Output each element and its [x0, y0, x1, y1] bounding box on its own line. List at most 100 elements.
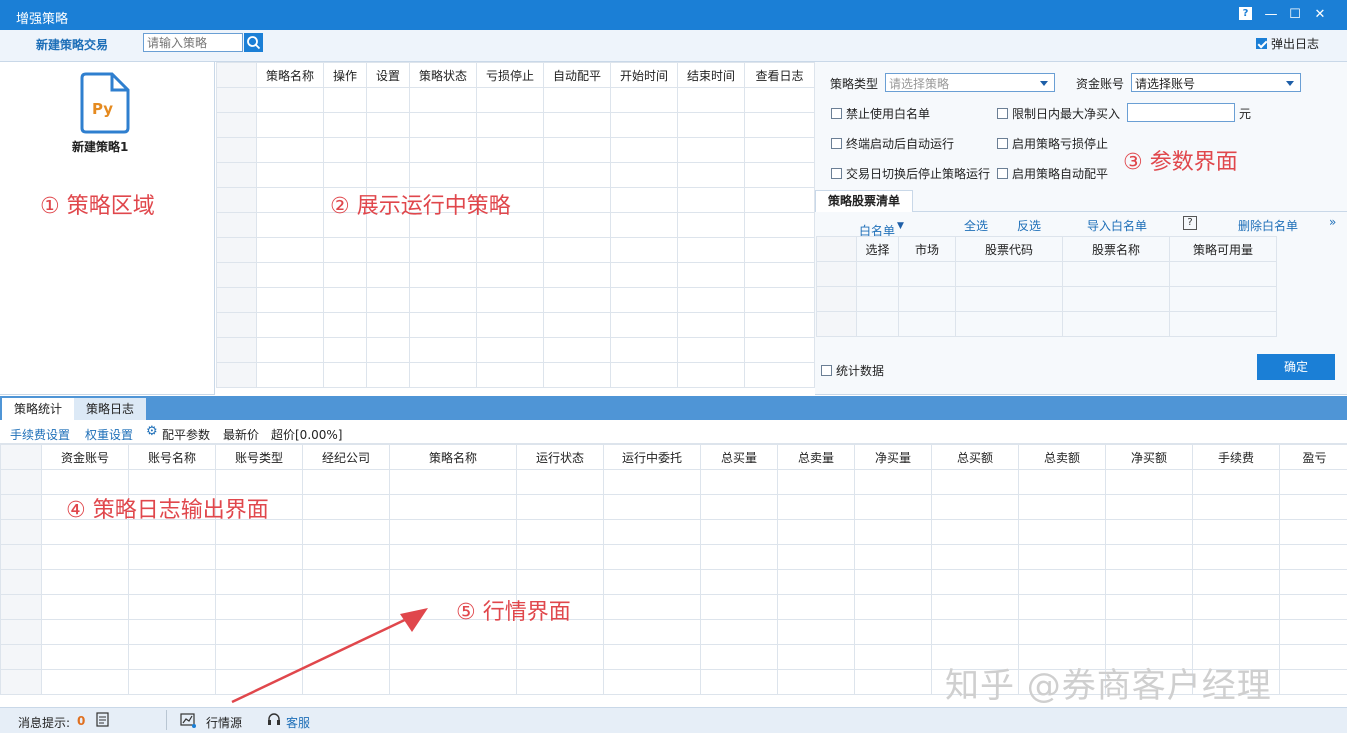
table-row[interactable]: [0, 544, 1347, 570]
table-cell: [603, 494, 701, 520]
column-header[interactable]: 盈亏: [1279, 444, 1347, 470]
column-header[interactable]: 账号名称: [128, 444, 216, 470]
no-whitelist-checkbox[interactable]: 禁止使用白名单: [831, 105, 930, 122]
over-price-label[interactable]: 超价[0.00%]: [271, 426, 343, 443]
tab-strategy-log[interactable]: 策略日志: [74, 398, 147, 420]
column-header[interactable]: 自动配平: [543, 62, 611, 88]
help-icon[interactable]: ?: [1239, 7, 1252, 20]
column-header[interactable]: 运行中委托: [603, 444, 701, 470]
daily-limit-input[interactable]: [1127, 103, 1235, 122]
tab-stock-list[interactable]: 策略股票清单: [815, 190, 913, 212]
whitelist-dropdown[interactable]: 白名单 ▼: [859, 217, 904, 238]
column-header[interactable]: 资金账号: [41, 444, 129, 470]
column-header[interactable]: 净买额: [1105, 444, 1193, 470]
strategy-type-select[interactable]: 请选择策略: [885, 73, 1055, 92]
last-price-label[interactable]: 最新价: [223, 426, 259, 443]
market-source-button[interactable]: 行情源: [206, 714, 242, 731]
table-row[interactable]: [216, 87, 815, 113]
table-row[interactable]: [216, 362, 815, 388]
search-button[interactable]: [244, 33, 263, 52]
table-cell: [476, 287, 544, 313]
import-whitelist-button[interactable]: 导入白名单: [1087, 217, 1147, 234]
table-cell: [777, 469, 855, 495]
table-cell: [216, 287, 257, 313]
customer-service-link[interactable]: 客服: [286, 714, 310, 731]
title-bar: 增强策略 ? — ☐ ✕: [0, 0, 1347, 30]
column-header[interactable]: 手续费: [1192, 444, 1280, 470]
account-select[interactable]: 请选择账号: [1131, 73, 1301, 92]
strategy-item-label[interactable]: 新建策略1: [72, 138, 128, 155]
more-icon[interactable]: »: [1329, 215, 1336, 229]
tab-strategy-stats[interactable]: 策略统计: [2, 398, 75, 420]
column-header[interactable]: 运行状态: [516, 444, 604, 470]
table-row[interactable]: [216, 262, 815, 288]
table-row[interactable]: [216, 287, 815, 313]
table-row[interactable]: [816, 286, 1277, 312]
table-row[interactable]: [216, 212, 815, 238]
column-header[interactable]: 总卖额: [1018, 444, 1106, 470]
loss-stop-checkbox[interactable]: 启用策略亏损停止: [997, 135, 1108, 152]
table-cell: [856, 286, 899, 312]
close-icon[interactable]: ✕: [1312, 7, 1328, 23]
table-row[interactable]: [216, 112, 815, 138]
invert-button[interactable]: 反选: [1017, 217, 1041, 234]
table-row[interactable]: [0, 619, 1347, 645]
column-header[interactable]: 总卖量: [777, 444, 855, 470]
stats-data-checkbox[interactable]: 统计数据: [821, 362, 884, 379]
auto-balance-checkbox[interactable]: 启用策略自动配平: [997, 165, 1108, 182]
table-row[interactable]: [0, 594, 1347, 620]
column-header[interactable]: 亏损停止: [476, 62, 544, 88]
column-header[interactable]: 账号类型: [215, 444, 303, 470]
table-cell: [128, 469, 216, 495]
column-header[interactable]: 经纪公司: [302, 444, 390, 470]
column-header[interactable]: 查看日志: [744, 62, 815, 88]
table-row[interactable]: [216, 187, 815, 213]
column-header[interactable]: 开始时间: [610, 62, 678, 88]
minimize-icon[interactable]: —: [1263, 7, 1279, 23]
table-row[interactable]: [216, 162, 815, 188]
confirm-button[interactable]: 确定: [1257, 354, 1335, 380]
fee-settings-link[interactable]: 手续费设置: [10, 426, 70, 443]
table-cell: [128, 644, 216, 670]
message-list-icon[interactable]: [96, 712, 110, 731]
table-cell: [366, 87, 410, 113]
limit-daily-checkbox[interactable]: 限制日内最大净买入: [997, 105, 1120, 122]
column-header[interactable]: 净买量: [854, 444, 932, 470]
column-header[interactable]: 策略名称: [256, 62, 324, 88]
column-header[interactable]: 股票代码: [955, 236, 1063, 262]
table-row[interactable]: [216, 312, 815, 338]
trade-day-stop-checkbox[interactable]: 交易日切换后停止策略运行: [831, 165, 990, 182]
maximize-icon[interactable]: ☐: [1287, 7, 1303, 23]
table-row[interactable]: [0, 569, 1347, 595]
column-header[interactable]: 策略名称: [389, 444, 517, 470]
new-strategy-trade-link[interactable]: 新建策略交易: [36, 36, 108, 53]
column-header[interactable]: 策略状态: [409, 62, 477, 88]
table-cell: [0, 469, 42, 495]
column-header[interactable]: 股票名称: [1062, 236, 1170, 262]
python-file-icon[interactable]: Py: [78, 72, 130, 134]
balance-params-button[interactable]: 配平参数: [162, 426, 210, 443]
strategy-search-input[interactable]: [143, 33, 243, 52]
column-header[interactable]: 策略可用量: [1169, 236, 1277, 262]
column-header[interactable]: 操作: [323, 62, 367, 88]
weight-settings-link[interactable]: 权重设置: [85, 426, 133, 443]
delete-whitelist-button[interactable]: 删除白名单: [1238, 217, 1298, 234]
table-row[interactable]: [216, 237, 815, 263]
table-row[interactable]: [216, 337, 815, 363]
table-row[interactable]: [816, 311, 1277, 337]
table-cell: [0, 544, 42, 570]
column-header[interactable]: 结束时间: [677, 62, 745, 88]
column-header[interactable]: 选择: [856, 236, 899, 262]
column-header[interactable]: 市场: [898, 236, 956, 262]
table-cell: [777, 644, 855, 670]
auto-run-checkbox[interactable]: 终端启动后自动运行: [831, 135, 954, 152]
help-icon[interactable]: ?: [1183, 216, 1197, 230]
column-header[interactable]: 总买额: [931, 444, 1019, 470]
column-header[interactable]: 总买量: [700, 444, 778, 470]
select-all-button[interactable]: 全选: [964, 217, 988, 234]
table-row[interactable]: [216, 137, 815, 163]
column-header[interactable]: 设置: [366, 62, 410, 88]
table-row[interactable]: [0, 469, 1347, 495]
popup-log-checkbox[interactable]: 弹出日志: [1256, 35, 1319, 52]
table-row[interactable]: [816, 261, 1277, 287]
